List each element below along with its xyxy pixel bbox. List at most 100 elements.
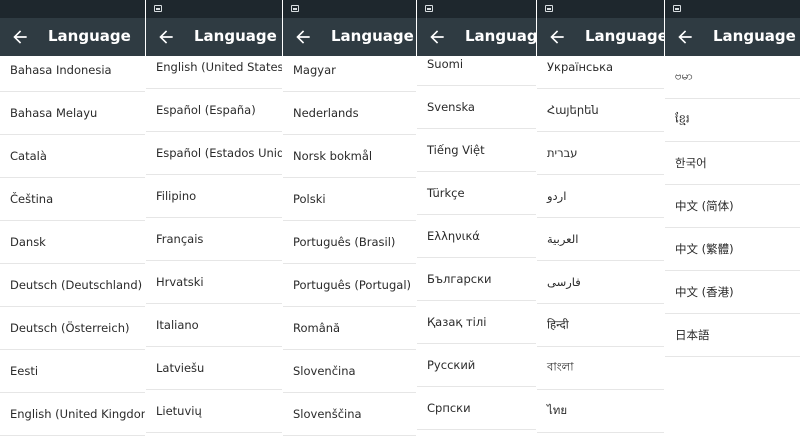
language-item[interactable]: Қазақ тілі bbox=[417, 301, 536, 344]
language-item[interactable]: فارسی bbox=[537, 261, 664, 304]
language-item[interactable]: ဗမာ bbox=[665, 56, 800, 99]
language-label: 한국어 bbox=[675, 156, 707, 170]
language-item[interactable]: Filipino bbox=[146, 175, 282, 218]
language-label: Български bbox=[427, 272, 492, 286]
language-item[interactable]: English (United Kingdom) bbox=[0, 393, 145, 436]
page-title: Language bbox=[713, 27, 796, 45]
language-item[interactable]: Српски bbox=[417, 387, 536, 430]
arrow-back-icon[interactable] bbox=[156, 27, 176, 47]
language-label: Nederlands bbox=[293, 106, 359, 120]
language-item[interactable]: Français bbox=[146, 218, 282, 261]
language-item[interactable]: Ελληνικά bbox=[417, 215, 536, 258]
language-item[interactable]: اردو bbox=[537, 175, 664, 218]
language-item[interactable]: Deutsch (Deutschland) bbox=[0, 264, 145, 307]
language-label: Čeština bbox=[10, 192, 54, 206]
language-item[interactable]: Română bbox=[283, 307, 416, 350]
language-item[interactable]: Italiano bbox=[146, 304, 282, 347]
arrow-back-icon[interactable] bbox=[293, 27, 313, 47]
language-label: Slovenčina bbox=[293, 364, 356, 378]
language-item[interactable]: Svenska bbox=[417, 86, 536, 129]
language-item[interactable]: Հայերեն bbox=[537, 89, 664, 132]
image-notification-icon bbox=[545, 5, 553, 12]
language-item[interactable]: Español (España) bbox=[146, 89, 282, 132]
language-item[interactable]: 中文 (繁體) bbox=[665, 228, 800, 271]
language-label: Español (España) bbox=[156, 103, 256, 117]
language-item[interactable]: العربية bbox=[537, 218, 664, 261]
language-label: Català bbox=[10, 149, 47, 163]
language-item[interactable]: ខ្មែរ bbox=[665, 99, 800, 142]
language-item[interactable]: Português (Brasil) bbox=[283, 221, 416, 264]
language-item[interactable]: Eesti bbox=[0, 350, 145, 393]
language-label: Română bbox=[293, 321, 341, 335]
language-label: বাংলা bbox=[547, 359, 574, 374]
language-item[interactable]: Slovenčina bbox=[283, 350, 416, 393]
language-label: Српски bbox=[427, 401, 471, 415]
language-item[interactable]: Magyar bbox=[283, 49, 416, 92]
language-item[interactable]: Nederlands bbox=[283, 92, 416, 135]
language-item[interactable]: 中文 (简体) bbox=[665, 185, 800, 228]
image-notification-icon bbox=[673, 5, 681, 12]
panel-3: Language Magyar Nederlands Norsk bokmål … bbox=[283, 0, 416, 436]
language-item[interactable]: Bahasa Melayu bbox=[0, 92, 145, 135]
language-item[interactable]: Български bbox=[417, 258, 536, 301]
language-item[interactable]: Deutsch (Österreich) bbox=[0, 307, 145, 350]
panel-2: Language English (United States) Español… bbox=[146, 0, 282, 436]
language-label: Polski bbox=[293, 192, 326, 206]
language-item[interactable]: 한국어 bbox=[665, 142, 800, 185]
language-item[interactable]: हिन्दी bbox=[537, 304, 664, 347]
language-item[interactable]: Dansk bbox=[0, 221, 145, 264]
status-bar bbox=[665, 0, 800, 18]
language-item[interactable]: Suomi bbox=[417, 43, 536, 86]
language-label: Svenska bbox=[427, 100, 475, 114]
language-label: 日本語 bbox=[675, 328, 710, 342]
language-label: Latviešu bbox=[156, 361, 205, 375]
arrow-back-icon[interactable] bbox=[675, 27, 695, 47]
status-bar bbox=[417, 0, 536, 18]
language-item[interactable]: 日本語 bbox=[665, 314, 800, 357]
language-item[interactable]: Español (Estados Unidos) bbox=[146, 132, 282, 175]
language-item[interactable]: עברית bbox=[537, 132, 664, 175]
language-label: اردو bbox=[547, 189, 567, 203]
language-item[interactable]: Čeština bbox=[0, 178, 145, 221]
language-label: Dansk bbox=[10, 235, 46, 249]
panel-5: Language Українська Հայերեն עברית اردو ا… bbox=[537, 0, 664, 436]
arrow-back-icon[interactable] bbox=[547, 27, 567, 47]
page-title: Language bbox=[585, 27, 664, 45]
language-item[interactable]: Català bbox=[0, 135, 145, 178]
status-bar bbox=[0, 0, 145, 18]
language-item[interactable]: 中文 (香港) bbox=[665, 271, 800, 314]
language-label: Slovenščina bbox=[293, 407, 362, 421]
language-item[interactable]: Polski bbox=[283, 178, 416, 221]
language-item[interactable]: ไทย bbox=[537, 390, 664, 433]
language-item[interactable]: English (United States) bbox=[146, 46, 282, 89]
language-label: Norsk bokmål bbox=[293, 149, 373, 163]
language-label: Tiếng Việt bbox=[427, 143, 485, 157]
language-item[interactable]: Norsk bokmål bbox=[283, 135, 416, 178]
language-label: Bahasa Melayu bbox=[10, 106, 98, 120]
language-item[interactable]: Latviešu bbox=[146, 347, 282, 390]
language-item[interactable]: বাংলা bbox=[537, 347, 664, 390]
language-item[interactable]: Lietuvių bbox=[146, 390, 282, 433]
language-item[interactable]: Hrvatski bbox=[146, 261, 282, 304]
language-label: Hrvatski bbox=[156, 275, 204, 289]
language-item[interactable]: Bahasa Indonesia bbox=[0, 49, 145, 92]
language-label: 中文 (简体) bbox=[675, 199, 734, 213]
language-item[interactable]: Tiếng Việt bbox=[417, 129, 536, 172]
language-item[interactable]: Türkçe bbox=[417, 172, 536, 215]
language-label: Suomi bbox=[427, 57, 464, 71]
language-label: Italiano bbox=[156, 318, 199, 332]
image-notification-icon bbox=[291, 5, 299, 12]
language-label: Português (Brasil) bbox=[293, 235, 396, 249]
language-item[interactable]: Português (Portugal) bbox=[283, 264, 416, 307]
language-label: Русский bbox=[427, 358, 476, 372]
language-label: English (United Kingdom) bbox=[10, 407, 145, 421]
language-item[interactable]: Slovenščina bbox=[283, 393, 416, 436]
language-item[interactable]: Українська bbox=[537, 46, 664, 89]
language-label: Deutsch (Österreich) bbox=[10, 321, 130, 335]
language-label: Lietuvių bbox=[156, 404, 202, 418]
language-item[interactable]: Русский bbox=[417, 344, 536, 387]
language-label: Türkçe bbox=[427, 186, 465, 200]
panel-4: Language Suomi Svenska Tiếng Việt Türkçe… bbox=[417, 0, 536, 436]
arrow-back-icon[interactable] bbox=[10, 27, 30, 47]
language-label: Français bbox=[156, 232, 204, 246]
